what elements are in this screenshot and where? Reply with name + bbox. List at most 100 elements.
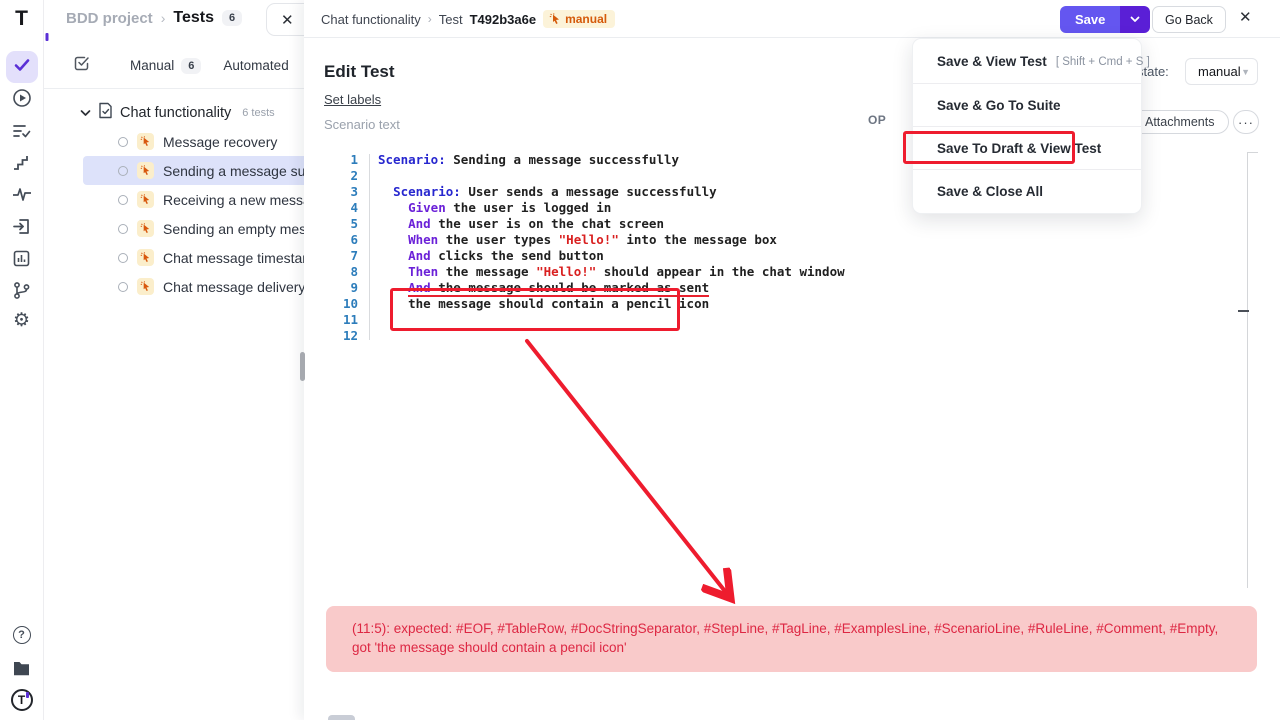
test-status-circle[interactable] — [118, 166, 128, 176]
menu-item[interactable]: Save & Close All — [913, 169, 1141, 212]
test-status-circle[interactable] — [118, 224, 128, 234]
tree-test-item[interactable]: Sending an empty message — [44, 214, 304, 243]
line-number: 7 — [330, 248, 358, 264]
rail-item-branch[interactable] — [10, 278, 34, 302]
rail-item-tests[interactable] — [6, 51, 38, 83]
suite-doc-icon — [98, 102, 113, 124]
tests-check-icon — [13, 56, 31, 79]
state-select[interactable]: manual ▼ — [1185, 58, 1258, 85]
rail-item-runs[interactable] — [10, 86, 34, 110]
test-title: Chat message timestamps — [163, 250, 304, 266]
rail-item-test-plans[interactable] — [10, 118, 34, 142]
test-status-circle[interactable] — [118, 195, 128, 205]
scenario-text-label: Scenario text — [324, 117, 400, 132]
menu-item-label: Save To Draft & View Test — [937, 141, 1101, 156]
code-text: And clicks the send button — [378, 248, 604, 264]
rail-item-pulse[interactable] — [10, 182, 34, 206]
rail-item-steps[interactable] — [10, 150, 34, 174]
save-button[interactable]: Save — [1060, 6, 1120, 33]
rail-item-settings[interactable]: ⚙ — [13, 311, 30, 330]
line-number: 3 — [330, 184, 358, 200]
test-status-circle[interactable] — [118, 137, 128, 147]
panel-topbar: Chat functionality › Test T492b3a6e manu… — [304, 0, 1280, 38]
bottom-scroll-nub[interactable] — [328, 715, 355, 720]
code-line: 10 the message should contain a pencil i… — [330, 296, 845, 312]
rail-item-profile[interactable]: T — [11, 689, 33, 711]
code-line: 7 And clicks the send button — [330, 248, 845, 264]
breadcrumb-suite[interactable]: Chat functionality — [321, 12, 421, 27]
code-line: 11 — [330, 312, 845, 328]
parser-error-message: (11:5): expected: #EOF, #TableRow, #DocS… — [326, 606, 1257, 672]
tree-scrollbar-thumb[interactable] — [300, 352, 305, 381]
tab-manual[interactable]: Manual 6 — [130, 58, 201, 74]
code-line: 1 Scenario: Sending a message successful… — [330, 152, 845, 168]
tree-items: Message recovery Sending a message succe… — [44, 127, 304, 301]
tab-automated[interactable]: Automated — [223, 58, 288, 73]
code-text: the message should contain a pencil icon — [378, 296, 709, 312]
profile-logo-icon: T — [11, 689, 33, 711]
menu-item[interactable]: Save & Go To Suite — [913, 83, 1141, 126]
code-line: 2 — [330, 168, 845, 184]
breadcrumb-section[interactable]: Tests — [173, 9, 214, 27]
divider-handle[interactable] — [1238, 310, 1249, 312]
open-test-tab[interactable]: ✕ — [266, 3, 304, 36]
manual-test-icon — [137, 249, 154, 266]
chevron-down-icon[interactable] — [80, 104, 91, 122]
tree-test-item[interactable]: Receiving a new message — [44, 185, 304, 214]
tree-test-item[interactable]: Chat message delivery status — [44, 272, 304, 301]
folder-icon — [12, 659, 31, 676]
tree-test-item[interactable]: Chat message timestamps — [44, 243, 304, 272]
app-window: T — [0, 0, 1280, 720]
menu-item[interactable]: Save To Draft & View Test — [913, 126, 1141, 169]
tabs-divider — [44, 88, 304, 89]
attachments-button[interactable]: Attachments — [1130, 110, 1229, 134]
suite-row[interactable]: Chat functionality 6 tests — [80, 102, 275, 124]
breadcrumb-project[interactable]: BDD project — [66, 10, 153, 27]
breadcrumb-test-id: T492b3a6e — [470, 12, 537, 27]
box-arrow-icon — [12, 217, 31, 236]
rail-item-analytics[interactable] — [10, 246, 34, 270]
code-line: 4 Given the user is logged in — [330, 200, 845, 216]
list-check-icon — [12, 121, 31, 140]
rail-item-help[interactable]: ? — [13, 626, 31, 644]
code-text: And the message should be marked as sent — [378, 280, 709, 296]
tree-test-item[interactable]: Message recovery — [44, 127, 304, 156]
set-labels-link[interactable]: Set labels — [324, 92, 381, 107]
test-title: Chat message delivery status — [163, 279, 304, 295]
rail-item-projects[interactable] — [10, 655, 34, 679]
close-panel-icon[interactable]: ✕ — [1239, 8, 1252, 26]
more-options-button[interactable]: ··· — [1233, 110, 1259, 134]
suite-name[interactable]: Chat functionality — [120, 105, 231, 121]
code-text: Given the user is logged in — [378, 200, 611, 216]
line-number: 1 — [330, 152, 358, 168]
breadcrumb-separator: › — [428, 12, 432, 26]
menu-item[interactable]: Save & View Test [ Shift + Cmd + S ] — [913, 40, 1141, 83]
test-status-circle[interactable] — [118, 253, 128, 263]
line-number: 8 — [330, 264, 358, 280]
rail-item-import[interactable] — [10, 214, 34, 238]
panel-resize-divider[interactable] — [1247, 152, 1248, 588]
filter-tabs: Manual 6 Automated Outdated — [74, 55, 304, 76]
app-logo[interactable]: T — [0, 7, 43, 31]
manual-test-icon — [137, 133, 154, 150]
code-line: 3 Scenario: User sends a message success… — [330, 184, 845, 200]
line-number: 6 — [330, 232, 358, 248]
scenario-editor[interactable]: 1 Scenario: Sending a message successful… — [330, 152, 845, 344]
select-all-icon[interactable] — [74, 55, 90, 76]
code-text: When the user types "Hello!" into the me… — [378, 232, 777, 248]
play-circle-icon — [12, 88, 32, 108]
tests-count-badge: 6 — [222, 10, 242, 26]
tree-test-item[interactable]: Sending a message successfully — [83, 156, 304, 185]
profile-logo-accent — [26, 692, 29, 698]
line-number: 12 — [330, 328, 358, 344]
go-back-button[interactable]: Go Back — [1152, 6, 1226, 33]
manual-test-icon — [137, 220, 154, 237]
tab-close-icon[interactable]: ✕ — [281, 11, 294, 29]
test-status-circle[interactable] — [118, 282, 128, 292]
help-icon: ? — [13, 626, 31, 644]
save-menu-toggle[interactable] — [1120, 6, 1150, 33]
test-breadcrumb: Chat functionality › Test T492b3a6e manu… — [321, 10, 615, 28]
menu-item-label: Save & Close All — [937, 184, 1043, 199]
breadcrumb-separator: › — [161, 10, 166, 26]
nav-rail: T — [0, 0, 44, 720]
